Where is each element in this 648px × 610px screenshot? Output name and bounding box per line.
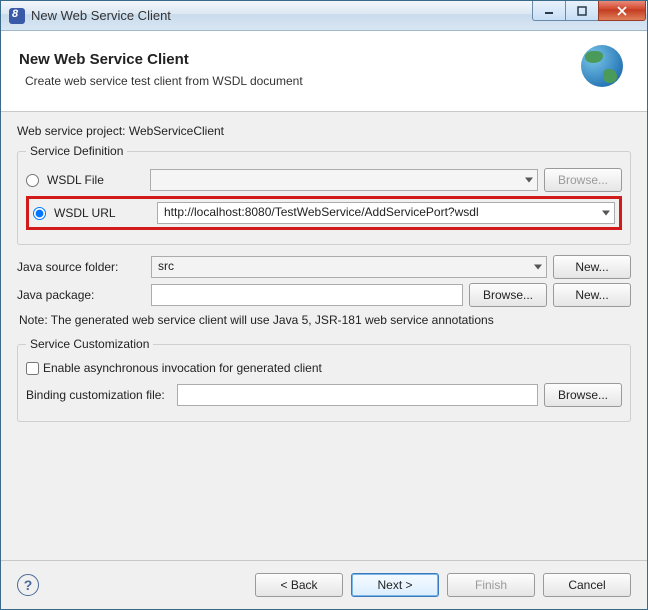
wsdl-url-radio-label[interactable]: WSDL URL [33, 206, 151, 220]
wsdl-file-row: WSDL File Browse... [26, 168, 622, 192]
chevron-down-icon [602, 211, 610, 216]
java-source-label: Java source folder: [17, 260, 145, 274]
window-controls [533, 1, 647, 30]
project-value: WebServiceClient [129, 124, 224, 138]
next-button[interactable]: Next > [351, 573, 439, 597]
cancel-button[interactable]: Cancel [543, 573, 631, 597]
chevron-down-icon [534, 265, 542, 270]
wsdl-url-label-text: WSDL URL [54, 206, 116, 220]
close-button[interactable] [598, 1, 646, 21]
service-customization-legend: Service Customization [26, 337, 153, 351]
banner-subtitle: Create web service test client from WSDL… [25, 74, 581, 88]
app-icon [9, 8, 25, 24]
wsdl-file-radio[interactable] [26, 174, 39, 187]
wsdl-file-radio-label[interactable]: WSDL File [26, 173, 144, 187]
wizard-footer: ? < Back Next > Finish Cancel [1, 560, 647, 609]
binding-label: Binding customization file: [26, 388, 165, 402]
async-checkbox[interactable] [26, 362, 39, 375]
title-bar[interactable]: New Web Service Client [1, 1, 647, 31]
wizard-content: Web service project: WebServiceClient Se… [1, 112, 647, 560]
binding-file-input[interactable] [177, 384, 538, 406]
java-source-new-button[interactable]: New... [553, 255, 631, 279]
chevron-down-icon [525, 178, 533, 183]
wsdl-file-combo[interactable] [150, 169, 538, 191]
binding-row: Binding customization file: Browse... [26, 383, 622, 407]
wsdl-url-value: http://localhost:8080/TestWebService/Add… [164, 205, 479, 219]
async-label: Enable asynchronous invocation for gener… [43, 361, 322, 375]
java-source-combo[interactable]: src [151, 256, 547, 278]
wizard-banner: New Web Service Client Create web servic… [1, 31, 647, 112]
back-button[interactable]: < Back [255, 573, 343, 597]
wsdl-file-label-text: WSDL File [47, 173, 104, 187]
help-icon[interactable]: ? [17, 574, 39, 596]
wsdl-url-radio[interactable] [33, 207, 46, 220]
window-title: New Web Service Client [31, 8, 533, 23]
wsdl-url-combo[interactable]: http://localhost:8080/TestWebService/Add… [157, 202, 615, 224]
maximize-button[interactable] [565, 1, 599, 21]
binding-browse-button[interactable]: Browse... [544, 383, 622, 407]
java-source-value: src [158, 259, 174, 273]
wsdl-file-browse-button[interactable]: Browse... [544, 168, 622, 192]
java-package-row: Java package: Browse... New... [17, 283, 631, 307]
note-text: Note: The generated web service client w… [19, 313, 631, 327]
globe-icon [581, 45, 629, 93]
async-row: Enable asynchronous invocation for gener… [26, 361, 622, 375]
project-label: Web service project: [17, 124, 126, 138]
java-package-input[interactable] [151, 284, 463, 306]
java-package-new-button[interactable]: New... [553, 283, 631, 307]
minimize-button[interactable] [532, 1, 566, 21]
wsdl-url-highlight: WSDL URL http://localhost:8080/TestWebSe… [26, 196, 622, 230]
java-package-browse-button[interactable]: Browse... [469, 283, 547, 307]
java-package-label: Java package: [17, 288, 145, 302]
service-customization-group: Service Customization Enable asynchronou… [17, 337, 631, 422]
banner-heading: New Web Service Client [19, 51, 581, 68]
dialog-window: New Web Service Client New Web Service C… [0, 0, 648, 610]
project-line: Web service project: WebServiceClient [17, 124, 631, 138]
finish-button[interactable]: Finish [447, 573, 535, 597]
service-definition-legend: Service Definition [26, 144, 127, 158]
service-definition-group: Service Definition WSDL File Browse... [17, 144, 631, 245]
java-source-row: Java source folder: src New... [17, 255, 631, 279]
